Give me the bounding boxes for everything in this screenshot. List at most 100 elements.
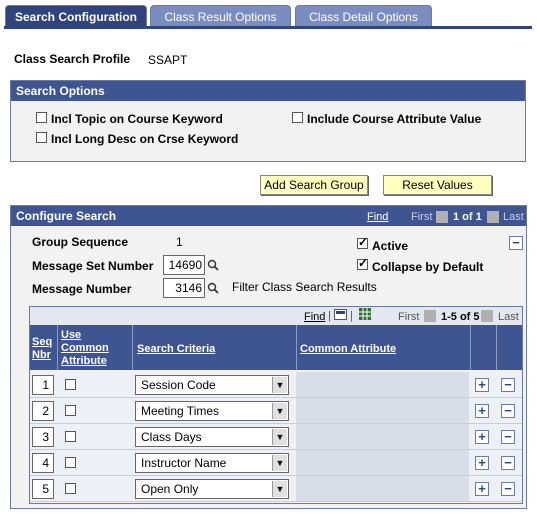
message-set-number-label: Message Set Number bbox=[32, 259, 154, 273]
incl-topic-label: Incl Topic on Course Keyword bbox=[51, 112, 223, 126]
common-attribute-cell bbox=[296, 424, 469, 449]
message-set-lookup-icon[interactable] bbox=[207, 259, 219, 271]
use-common-attribute-checkbox[interactable] bbox=[65, 405, 76, 416]
active-checkbox[interactable] bbox=[357, 235, 368, 249]
collapse-by-default-checkbox[interactable] bbox=[357, 256, 368, 270]
dropdown-arrow-icon: ▼ bbox=[272, 429, 287, 445]
seq-nbr-input[interactable]: 3 bbox=[32, 427, 54, 447]
common-attribute-cell bbox=[296, 476, 469, 501]
search-criteria-select[interactable]: Meeting Times ▼ bbox=[135, 401, 289, 421]
collapse-group-icon[interactable]: − bbox=[509, 236, 523, 250]
incl-topic-checkbox[interactable] bbox=[36, 112, 47, 123]
search-criteria-select[interactable]: Open Only ▼ bbox=[135, 479, 289, 499]
tab-class-result-options[interactable]: Class Result Options bbox=[150, 5, 291, 27]
tab-underline bbox=[4, 26, 532, 29]
table-row: 2 Meeting Times ▼ + − bbox=[30, 398, 522, 424]
tab-class-detail-options[interactable]: Class Detail Options bbox=[295, 5, 432, 27]
search-criteria-select[interactable]: Class Days ▼ bbox=[135, 427, 289, 447]
search-criteria-value: Open Only bbox=[141, 482, 199, 496]
view-all-icon[interactable] bbox=[334, 309, 347, 320]
reset-values-button[interactable]: Reset Values bbox=[383, 175, 492, 195]
group-sequence-label: Group Sequence bbox=[32, 235, 129, 249]
header-use-common-attribute[interactable]: Use Common Attribute bbox=[61, 329, 126, 368]
table-row: 1 Session Code ▼ + − bbox=[30, 372, 522, 398]
message-number-lookup-icon[interactable] bbox=[207, 282, 219, 294]
configure-search-title: Configure Search bbox=[16, 209, 117, 223]
add-row-icon[interactable]: + bbox=[475, 456, 489, 470]
grid-divider-2: | bbox=[350, 310, 353, 322]
add-row-icon[interactable]: + bbox=[475, 430, 489, 444]
delete-row-icon[interactable]: − bbox=[501, 456, 515, 470]
search-criteria-value: Session Code bbox=[141, 378, 216, 392]
header-divider bbox=[296, 325, 297, 370]
use-common-attribute-checkbox[interactable] bbox=[65, 431, 76, 442]
delete-row-icon[interactable]: − bbox=[501, 404, 515, 418]
header-common-attribute[interactable]: Common Attribute bbox=[300, 343, 396, 355]
common-attribute-cell bbox=[296, 372, 469, 397]
search-criteria-select[interactable]: Instructor Name ▼ bbox=[135, 453, 289, 473]
header-divider bbox=[496, 325, 497, 370]
collapse-by-default-label: Collapse by Default bbox=[372, 260, 484, 274]
common-attribute-cell bbox=[296, 450, 469, 475]
download-grid-icon[interactable] bbox=[359, 308, 371, 320]
configure-next-arrow-icon bbox=[487, 211, 499, 223]
dropdown-arrow-icon: ▼ bbox=[272, 481, 287, 497]
seq-nbr-input[interactable]: 2 bbox=[32, 401, 54, 421]
dropdown-arrow-icon: ▼ bbox=[272, 455, 287, 471]
table-row: 4 Instructor Name ▼ + − bbox=[30, 450, 522, 476]
include-course-attribute-label: Include Course Attribute Value bbox=[307, 112, 482, 126]
header-search-criteria[interactable]: Search Criteria bbox=[137, 343, 215, 355]
delete-row-icon[interactable]: − bbox=[501, 430, 515, 444]
include-course-attribute-checkbox[interactable] bbox=[292, 112, 303, 123]
use-common-attribute-checkbox[interactable] bbox=[65, 483, 76, 494]
add-row-icon[interactable]: + bbox=[475, 404, 489, 418]
seq-nbr-input[interactable]: 1 bbox=[32, 375, 54, 395]
configure-find-link[interactable]: Find bbox=[367, 211, 388, 223]
configure-prev-arrow-icon bbox=[436, 211, 448, 223]
search-options-header: Search Options bbox=[11, 81, 525, 101]
add-row-icon[interactable]: + bbox=[475, 482, 489, 496]
grid-next-arrow-icon bbox=[481, 310, 493, 322]
search-criteria-select[interactable]: Session Code ▼ bbox=[135, 375, 289, 395]
configure-first-label: First bbox=[411, 211, 433, 223]
dropdown-arrow-icon: ▼ bbox=[272, 403, 287, 419]
incl-long-desc-label: Incl Long Desc on Crse Keyword bbox=[51, 132, 239, 146]
search-criteria-value: Class Days bbox=[141, 430, 202, 444]
header-divider bbox=[470, 325, 471, 370]
use-common-attribute-checkbox[interactable] bbox=[65, 457, 76, 468]
delete-row-icon[interactable]: − bbox=[501, 482, 515, 496]
grid-range: 1-5 of 5 bbox=[441, 311, 480, 323]
common-attribute-cell bbox=[296, 398, 469, 423]
grid-first-label: First bbox=[398, 311, 420, 323]
header-divider bbox=[132, 325, 133, 370]
seq-nbr-input[interactable]: 5 bbox=[32, 479, 54, 499]
grid-divider: | bbox=[328, 310, 331, 322]
table-row: 3 Class Days ▼ + − bbox=[30, 424, 522, 450]
message-number-input[interactable]: 3146 bbox=[163, 278, 205, 298]
configure-range: 1 of 1 bbox=[453, 211, 482, 223]
incl-long-desc-checkbox[interactable] bbox=[36, 132, 47, 143]
header-seq-nbr[interactable]: Seq Nbr bbox=[32, 336, 54, 362]
delete-row-icon[interactable]: − bbox=[501, 378, 515, 392]
message-number-label: Message Number bbox=[32, 282, 132, 296]
use-common-attribute-checkbox[interactable] bbox=[65, 379, 76, 390]
active-label: Active bbox=[372, 239, 409, 253]
header-divider bbox=[57, 325, 58, 370]
configure-search-header: Configure Search bbox=[11, 206, 526, 226]
message-text: Filter Class Search Results bbox=[232, 280, 377, 294]
add-search-group-button[interactable]: Add Search Group bbox=[260, 175, 368, 195]
search-criteria-value: Meeting Times bbox=[141, 404, 220, 418]
table-row: 5 Open Only ▼ + − bbox=[30, 476, 522, 502]
add-row-icon[interactable]: + bbox=[475, 378, 489, 392]
dropdown-arrow-icon: ▼ bbox=[272, 377, 287, 393]
message-set-number-input[interactable]: 14690 bbox=[163, 255, 205, 275]
class-search-profile-value: SSAPT bbox=[148, 53, 188, 67]
configure-last-label: Last bbox=[503, 211, 524, 223]
grid-prev-arrow-icon bbox=[424, 310, 436, 322]
grid-find-link[interactable]: Find bbox=[304, 311, 325, 323]
class-search-profile-label: Class Search Profile bbox=[14, 52, 131, 66]
group-sequence-value: 1 bbox=[176, 235, 183, 249]
grid-last-label: Last bbox=[498, 311, 519, 323]
tab-search-configuration[interactable]: Search Configuration bbox=[5, 5, 147, 27]
seq-nbr-input[interactable]: 4 bbox=[32, 453, 54, 473]
